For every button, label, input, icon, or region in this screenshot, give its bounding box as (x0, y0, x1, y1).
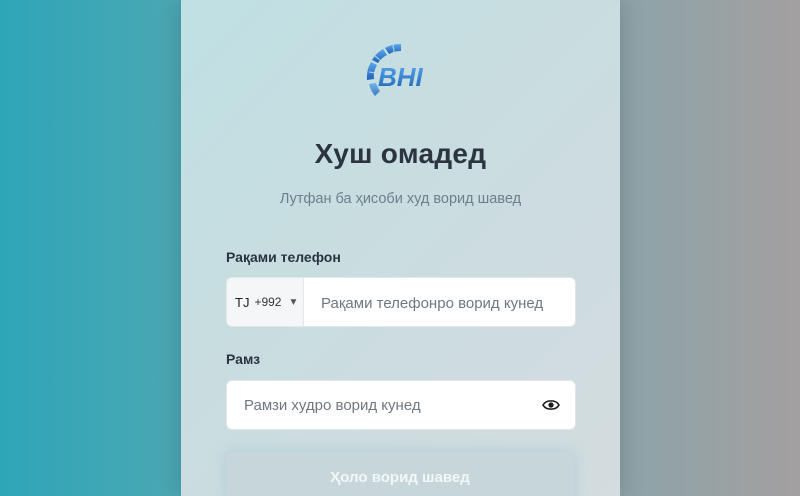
page-title: Хуш омадед (314, 138, 487, 169)
password-input[interactable] (227, 381, 541, 429)
country-dial-code: +992 (254, 295, 282, 309)
phone-label: Рақами телефон (226, 249, 341, 265)
password-label: Рамз (226, 351, 261, 367)
password-field-group (226, 380, 576, 430)
phone-input[interactable] (304, 278, 575, 326)
brand-logo: BHI (361, 40, 449, 102)
login-submit-button[interactable]: Ҳоло ворид шавед (226, 452, 574, 496)
login-card: BHI Хуш омадед Лутфан ба ҳисоби худ вори… (181, 0, 620, 496)
country-iso: TJ (235, 294, 250, 310)
bhi-logo-icon: BHI (366, 43, 424, 96)
eye-icon[interactable] (541, 395, 561, 415)
page-subtitle: Лутфан ба ҳисоби худ ворид шавед (279, 191, 522, 207)
logo-text: BHI (378, 62, 424, 92)
chevron-down-icon: ▼ (288, 296, 299, 308)
phone-field-group: TJ +992 ▼ (226, 277, 576, 327)
country-code-selector[interactable]: TJ +992 ▼ (227, 278, 304, 326)
